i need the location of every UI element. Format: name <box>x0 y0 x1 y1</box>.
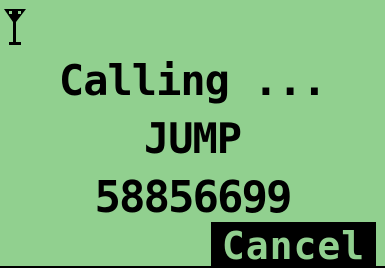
call-status-text: Calling ... <box>58 56 327 105</box>
contact-name: JUMP <box>143 114 242 163</box>
cancel-button[interactable]: Cancel <box>211 222 376 266</box>
phone-screen: Calling ... JUMP 58856699 Cancel <box>0 0 385 268</box>
status-bar <box>3 7 27 45</box>
antenna-signal-icon <box>4 9 26 45</box>
phone-number: 58856699 <box>94 172 293 223</box>
